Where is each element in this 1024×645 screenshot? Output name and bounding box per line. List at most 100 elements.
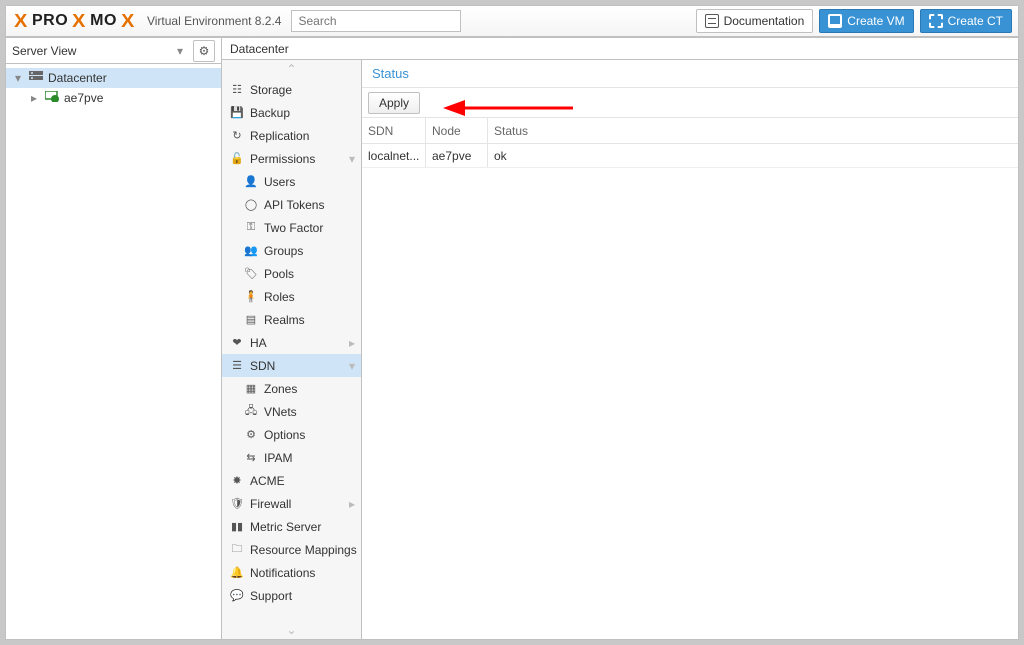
side-item-ipam[interactable]: ⇆ IPAM	[222, 446, 361, 469]
side-item-label: Resource Mappings	[250, 543, 357, 557]
tree-body: ▾ Datacenter ▸ ae7pve	[6, 64, 221, 112]
side-item-label: Realms	[264, 313, 305, 327]
side-item-backup[interactable]: 💾 Backup	[222, 101, 361, 124]
side-item-sdn[interactable]: ☰ SDN ▾	[222, 354, 361, 377]
scroll-down-button[interactable]: ⌄	[222, 621, 361, 639]
side-item-pools[interactable]: 🏷 Pools	[222, 262, 361, 285]
book-icon	[705, 14, 719, 28]
th-icon: ▦	[244, 382, 258, 395]
bar-chart-icon: ▮▮	[230, 520, 244, 533]
side-item-label: Roles	[264, 290, 295, 304]
collapse-icon[interactable]: ▾	[12, 71, 24, 85]
side-item-ha[interactable]: ❤ HA ▸	[222, 331, 361, 354]
documentation-label: Documentation	[724, 14, 805, 28]
side-item-vnets[interactable]: 🖧 VNets	[222, 400, 361, 423]
map-signs-icon: ⇆	[244, 451, 258, 464]
tree-item-label: ae7pve	[64, 91, 103, 105]
side-item-storage[interactable]: ☷ Storage	[222, 78, 361, 101]
chevron-down-icon: ▾	[349, 152, 355, 166]
side-item-support[interactable]: 💬 Support	[222, 584, 361, 607]
side-item-groups[interactable]: 👥 Groups	[222, 239, 361, 262]
side-item-label: Notifications	[250, 566, 315, 580]
table-row[interactable]: localnet... ae7pve ok	[362, 144, 1018, 168]
male-icon: 🧍	[244, 290, 258, 303]
server-icon	[28, 71, 44, 85]
tree-header: Server View ▾ ⚙	[6, 38, 221, 64]
side-item-label: Replication	[250, 129, 309, 143]
side-item-realms[interactable]: ▤ Realms	[222, 308, 361, 331]
side-item-replication[interactable]: ↻ Replication	[222, 124, 361, 147]
documentation-button[interactable]: Documentation	[696, 9, 814, 33]
side-item-label: IPAM	[264, 451, 292, 465]
cell-status: ok	[488, 144, 1018, 167]
tree-item-label: Datacenter	[48, 71, 107, 85]
top-bar: X PRO X MO X Virtual Environment 8.2.4 D…	[5, 5, 1019, 37]
create-vm-button[interactable]: Create VM	[819, 9, 913, 33]
side-item-label: ACME	[250, 474, 285, 488]
retweet-icon: ↻	[230, 129, 244, 142]
side-item-api-tokens[interactable]: ◯ API Tokens	[222, 193, 361, 216]
col-header-node[interactable]: Node	[426, 118, 488, 143]
status-title: Status	[362, 60, 1018, 88]
search-wrap	[291, 10, 461, 32]
chevron-down-icon: ▾	[349, 359, 355, 373]
shield-icon: 🛡	[230, 497, 244, 510]
breadcrumb-text: Datacenter	[230, 42, 289, 56]
side-item-metric-server[interactable]: ▮▮ Metric Server	[222, 515, 361, 538]
proxmox-logo: X PRO X MO X	[12, 12, 137, 30]
side-item-label: Firewall	[250, 497, 291, 511]
side-item-resource-mappings[interactable]: 🗀 Resource Mappings	[222, 538, 361, 561]
cell-node: ae7pve	[426, 144, 488, 167]
bell-icon: 🔔	[230, 566, 244, 579]
create-ct-button[interactable]: Create CT	[920, 9, 1012, 33]
side-item-label: Zones	[264, 382, 297, 396]
tree-settings-button[interactable]: ⚙	[193, 40, 215, 62]
expand-icon[interactable]: ▸	[28, 91, 40, 105]
key-icon: ⚿	[244, 221, 258, 234]
scroll-up-button[interactable]: ⌃	[222, 60, 361, 78]
side-item-label: SDN	[250, 359, 275, 373]
side-item-label: Permissions	[250, 152, 315, 166]
logo-x-icon: X	[69, 12, 89, 30]
heartbeat-icon: ❤	[230, 336, 244, 349]
search-input[interactable]	[291, 10, 461, 32]
side-item-permissions[interactable]: 🔓 Permissions ▾	[222, 147, 361, 170]
side-menu: ⌃ ☷ Storage 💾 Backup ↻ Replication 🔓 Per…	[222, 60, 362, 639]
side-item-label: Users	[264, 175, 295, 189]
apply-button[interactable]: Apply	[368, 92, 420, 114]
side-item-two-factor[interactable]: ⚿ Two Factor	[222, 216, 361, 239]
status-panel: Status Apply SDN Node Status localnet...…	[362, 60, 1018, 639]
col-header-sdn[interactable]: SDN	[362, 118, 426, 143]
col-header-status[interactable]: Status	[488, 118, 1018, 143]
side-item-acme[interactable]: ✸ ACME	[222, 469, 361, 492]
chevron-right-icon: ▸	[349, 497, 355, 511]
breadcrumb: Datacenter	[222, 38, 1018, 60]
logo-x-icon: X	[118, 12, 138, 30]
sdn-icon: ☰	[230, 359, 244, 372]
users-icon: 👥	[244, 244, 258, 257]
side-item-roles[interactable]: 🧍 Roles	[222, 285, 361, 308]
create-ct-label: Create CT	[948, 14, 1003, 28]
side-item-zones[interactable]: ▦ Zones	[222, 377, 361, 400]
address-book-icon: ▤	[244, 313, 258, 326]
user-outline-icon: ◯	[244, 198, 258, 211]
view-dropdown-button[interactable]: ▾	[171, 42, 189, 60]
side-item-users[interactable]: 👤 Users	[222, 170, 361, 193]
side-item-label: Options	[264, 428, 305, 442]
side-item-notifications[interactable]: 🔔 Notifications	[222, 561, 361, 584]
logo-text-1: PRO	[32, 12, 68, 30]
side-item-options[interactable]: ⚙ Options	[222, 423, 361, 446]
side-item-firewall[interactable]: 🛡 Firewall ▸	[222, 492, 361, 515]
tree-item-datacenter[interactable]: ▾ Datacenter	[6, 68, 221, 88]
side-item-label: Backup	[250, 106, 290, 120]
database-icon: ☷	[230, 83, 244, 96]
side-item-label: Support	[250, 589, 292, 603]
side-item-label: Two Factor	[264, 221, 323, 235]
cell-sdn: localnet...	[362, 144, 426, 167]
node-icon	[44, 91, 60, 105]
comments-icon: 💬	[230, 589, 244, 602]
env-label: Virtual Environment 8.2.4	[147, 14, 282, 28]
tree-item-node[interactable]: ▸ ae7pve	[6, 88, 221, 108]
tree-view-title: Server View	[12, 44, 167, 58]
status-table-header: SDN Node Status	[362, 118, 1018, 144]
